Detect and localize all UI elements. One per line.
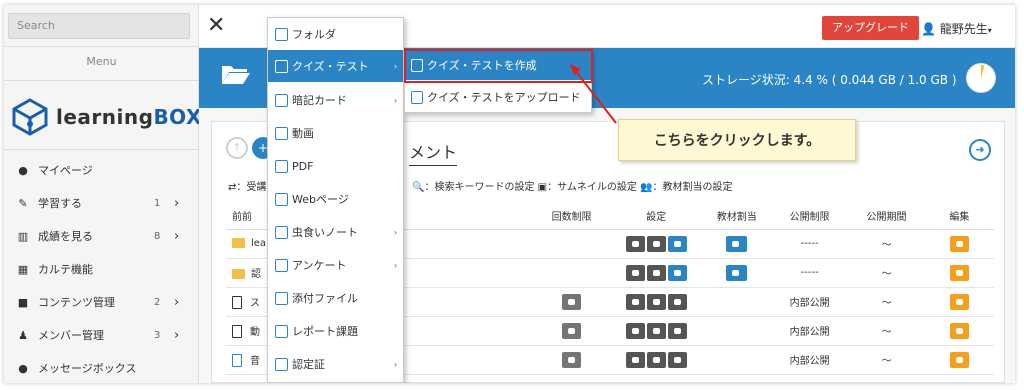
pointer-arrow-icon <box>570 64 617 124</box>
app-window: Search Menu learningBOX ● マイページ ✎ 学習する 1… <box>4 5 1015 383</box>
